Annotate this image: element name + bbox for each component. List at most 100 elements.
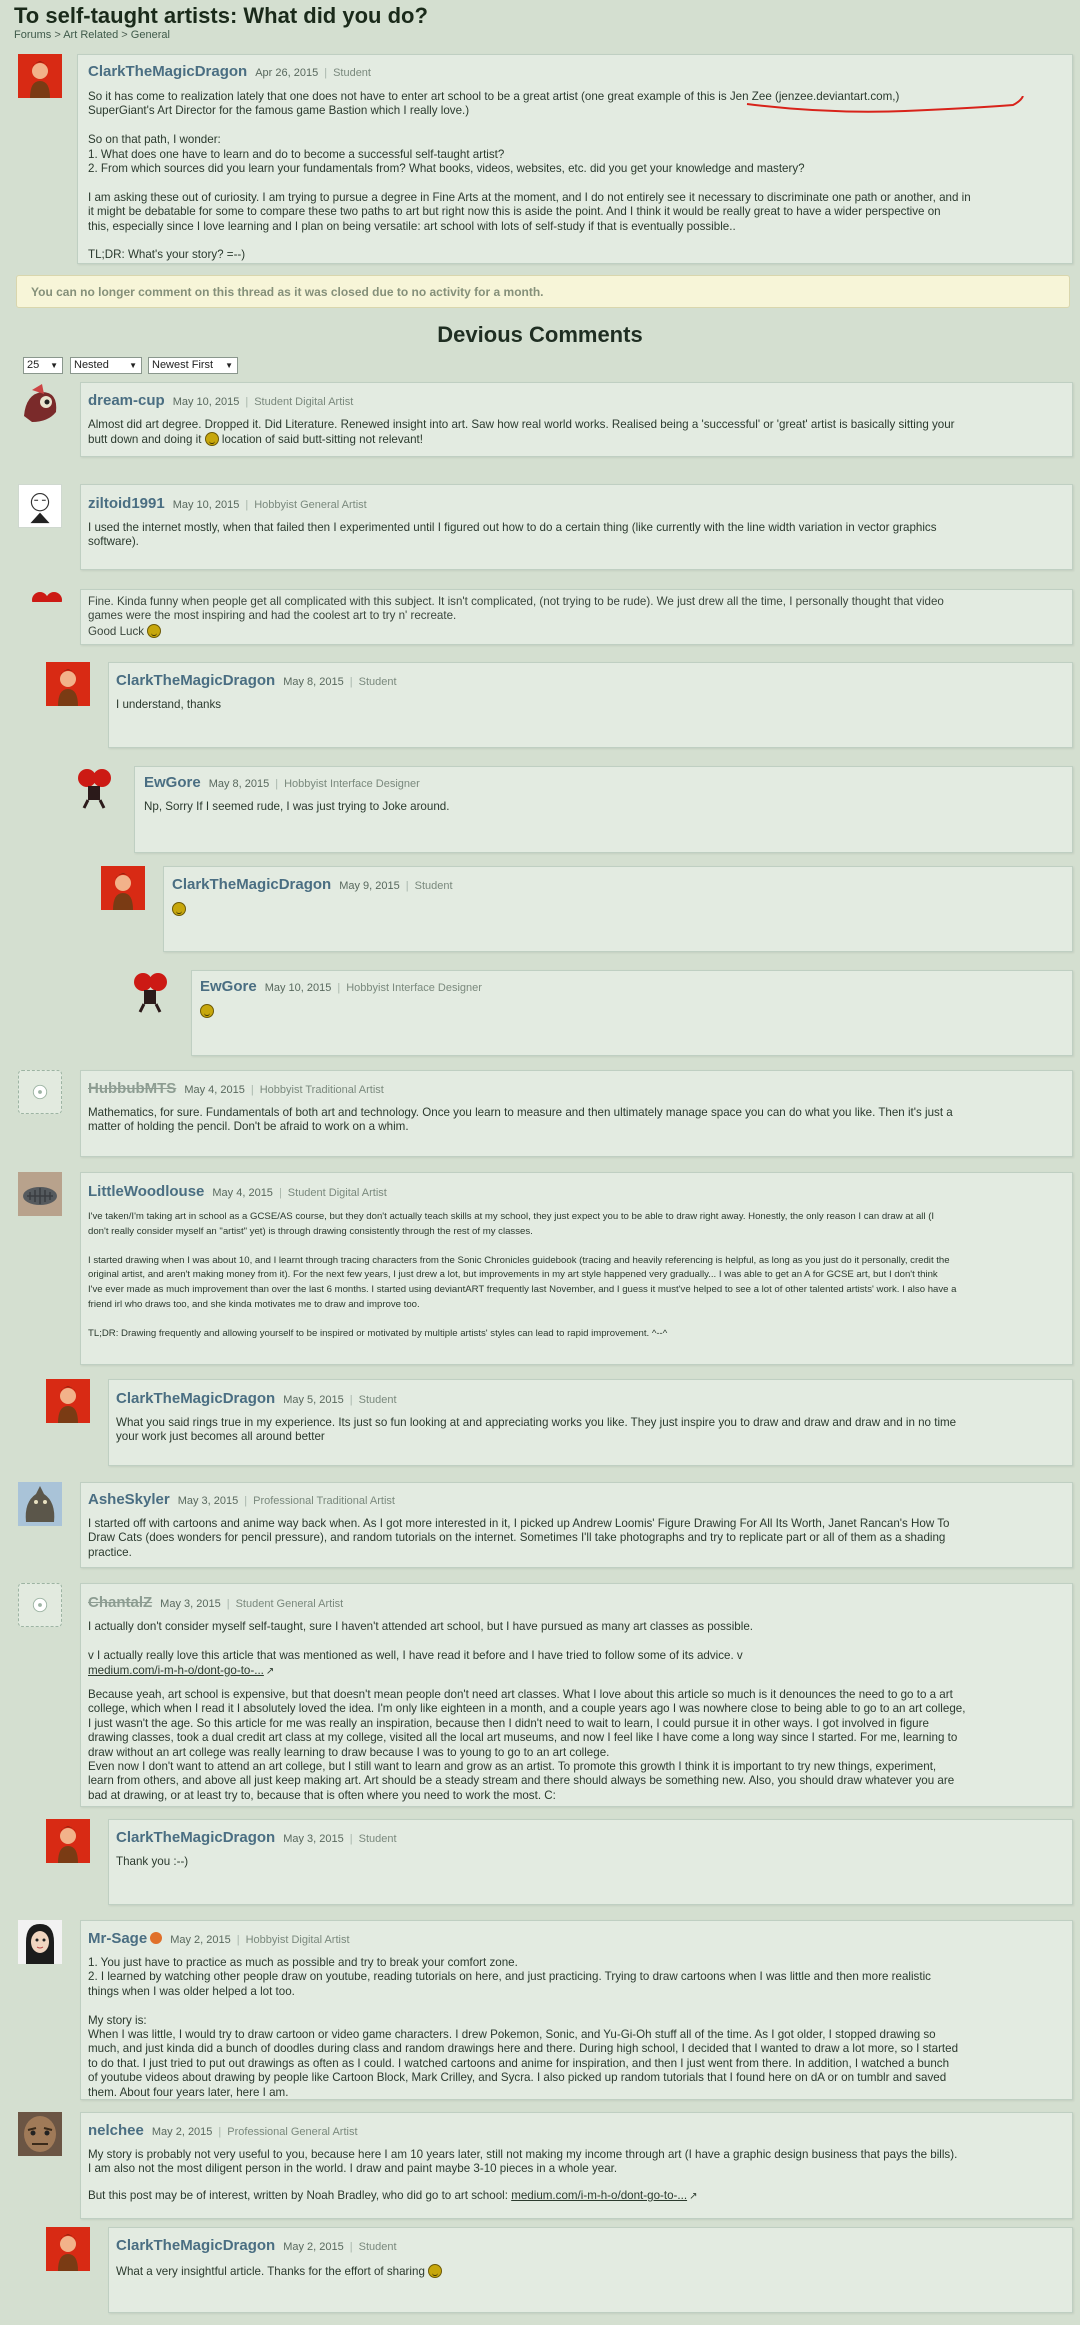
smiley-icon bbox=[147, 623, 162, 638]
external-link-icon: ↗ bbox=[689, 2191, 698, 2202]
avatar[interactable] bbox=[18, 1172, 62, 1216]
avatar-portrait-icon bbox=[58, 669, 78, 706]
username[interactable]: Mr-Sage bbox=[88, 1930, 147, 1947]
comment-text-after: location of said butt-sitting not releva… bbox=[218, 433, 423, 447]
comment-body: Fine. Kinda funny when people get all co… bbox=[88, 595, 1066, 639]
user-role: Professional Traditional Artist bbox=[253, 1495, 395, 1507]
avatar[interactable] bbox=[130, 970, 170, 1014]
article-link[interactable]: medium.com/i-m-h-o/dont-go-to-... bbox=[88, 1664, 264, 1677]
breadcrumb-art-related[interactable]: Art Related bbox=[63, 29, 118, 41]
default-avatar-icon bbox=[32, 1597, 48, 1613]
user-role: Student bbox=[358, 1833, 397, 1845]
avatar[interactable] bbox=[46, 1379, 90, 1423]
comment-date: May 2, 2015 bbox=[151, 2126, 213, 2138]
user-role: Student bbox=[358, 2241, 397, 2253]
username[interactable]: ClarkTheMagicDragon bbox=[116, 1829, 275, 1846]
user-role: Hobbyist Interface Designer bbox=[346, 982, 482, 994]
divider: | bbox=[218, 2126, 222, 2138]
user-role: Hobbyist Digital Artist bbox=[245, 1934, 350, 1946]
avatar-face-icon bbox=[24, 2116, 56, 2152]
avatar-portrait-icon bbox=[58, 1826, 78, 1863]
avatar[interactable] bbox=[18, 1920, 62, 1964]
username[interactable]: nelchee bbox=[88, 2122, 144, 2139]
username[interactable]: ClarkTheMagicDragon bbox=[116, 2237, 275, 2254]
comment-date: May 9, 2015 bbox=[339, 880, 400, 892]
divider: | bbox=[337, 982, 341, 994]
user-role: Student General Artist bbox=[235, 1598, 344, 1610]
avatar[interactable] bbox=[101, 866, 145, 910]
divider: | bbox=[236, 1934, 240, 1946]
avatar[interactable] bbox=[46, 662, 90, 706]
comment-body: Np, Sorry If I seemed rude, I was just t… bbox=[144, 800, 450, 813]
username[interactable]: ClarkTheMagicDragon bbox=[116, 1390, 275, 1407]
avatar[interactable] bbox=[30, 590, 64, 602]
view-mode-value: Nested bbox=[74, 359, 109, 371]
avatar-woodlouse-icon bbox=[23, 1187, 57, 1205]
article-link[interactable]: medium.com/i-m-h-o/dont-go-to-... bbox=[511, 2189, 687, 2202]
divider: | bbox=[275, 778, 279, 790]
chevron-down-icon: ▼ bbox=[225, 361, 233, 370]
comment-body: Because yeah, art school is expensive, b… bbox=[88, 1688, 966, 1802]
avatar-portrait-icon bbox=[30, 61, 50, 98]
avatar[interactable] bbox=[18, 484, 62, 528]
comment-body: What you said rings true in my experienc… bbox=[116, 1416, 957, 1444]
comment-date: May 10, 2015 bbox=[172, 499, 240, 511]
divider: | bbox=[324, 67, 328, 79]
user-role: Student Digital Artist bbox=[254, 396, 354, 408]
comment-body: I understand, thanks bbox=[116, 698, 222, 711]
comment-body: Mathematics, for sure. Fundamentals of b… bbox=[88, 1106, 953, 1134]
username[interactable]: LittleWoodlouse bbox=[88, 1183, 204, 1200]
avatar[interactable] bbox=[18, 382, 62, 426]
closed-thread-notice: You can no longer comment on this thread… bbox=[16, 275, 1070, 308]
comment-date: May 5, 2015 bbox=[283, 1394, 344, 1406]
smiley-icon bbox=[428, 2264, 443, 2278]
username[interactable]: EwGore bbox=[144, 774, 201, 791]
sort-select[interactable]: Newest First ▼ bbox=[148, 357, 238, 374]
comment-body: I've taken/I'm taking art in school as a… bbox=[88, 1211, 957, 1339]
breadcrumb-forums[interactable]: Forums bbox=[14, 29, 51, 41]
user-role: Professional General Artist bbox=[227, 2126, 358, 2138]
avatar[interactable] bbox=[18, 54, 62, 98]
avatar-portrait-icon bbox=[58, 2234, 78, 2271]
comment-date: May 10, 2015 bbox=[264, 982, 332, 994]
post-header: ClarkTheMagicDragon Apr 26, 2015 | Student bbox=[88, 63, 371, 81]
avatar[interactable] bbox=[74, 766, 114, 810]
username[interactable]: ziltoid1991 bbox=[88, 495, 165, 512]
view-mode-select[interactable]: Nested ▼ bbox=[70, 357, 142, 374]
user-role: Student Digital Artist bbox=[287, 1187, 387, 1199]
breadcrumb-general[interactable]: General bbox=[131, 29, 170, 41]
divider: | bbox=[349, 1833, 353, 1845]
divider: | bbox=[245, 499, 249, 511]
comment-text: Fine. Kinda funny when people get all co… bbox=[88, 595, 944, 638]
avatar-gargoyle-icon bbox=[25, 1486, 55, 1522]
comment-date: May 4, 2015 bbox=[184, 1084, 245, 1096]
username[interactable]: AsheSkyler bbox=[88, 1491, 170, 1508]
username[interactable]: HubbubMTS bbox=[88, 1080, 176, 1097]
avatar-red-creature-icon bbox=[78, 769, 111, 809]
username[interactable]: dream-cup bbox=[88, 392, 165, 409]
avatar[interactable] bbox=[18, 1070, 62, 1114]
username[interactable]: EwGore bbox=[200, 978, 257, 995]
external-link-icon: ↗ bbox=[265, 1666, 275, 1677]
avatar[interactable] bbox=[18, 2112, 62, 2156]
comment-body: I used the internet mostly, when that fa… bbox=[88, 521, 937, 549]
username[interactable]: ClarkTheMagicDragon bbox=[88, 63, 247, 80]
smiley-icon bbox=[172, 902, 186, 916]
user-role: Student bbox=[333, 67, 371, 79]
post-body: So it has come to realization lately tha… bbox=[88, 90, 971, 262]
username[interactable]: ClarkTheMagicDragon bbox=[172, 876, 331, 893]
comment-date: May 2, 2015 bbox=[283, 2241, 344, 2253]
avatar[interactable] bbox=[46, 2227, 90, 2271]
page-title: To self-taught artists: What did you do? bbox=[14, 3, 428, 28]
avatar[interactable] bbox=[46, 1819, 90, 1863]
avatar[interactable] bbox=[18, 1583, 62, 1627]
username[interactable]: ClarkTheMagicDragon bbox=[116, 672, 275, 689]
default-avatar-icon bbox=[32, 1084, 48, 1100]
chevron-down-icon: ▼ bbox=[50, 361, 58, 370]
per-page-select[interactable]: 25 ▼ bbox=[23, 357, 63, 374]
avatar-red-creature-icon bbox=[134, 973, 167, 1013]
comment-body: I started off with cartoons and anime wa… bbox=[88, 1517, 950, 1559]
avatar[interactable] bbox=[18, 1482, 62, 1526]
post-date: Apr 26, 2015 bbox=[255, 67, 319, 79]
username[interactable]: ChantalZ bbox=[88, 1594, 152, 1611]
